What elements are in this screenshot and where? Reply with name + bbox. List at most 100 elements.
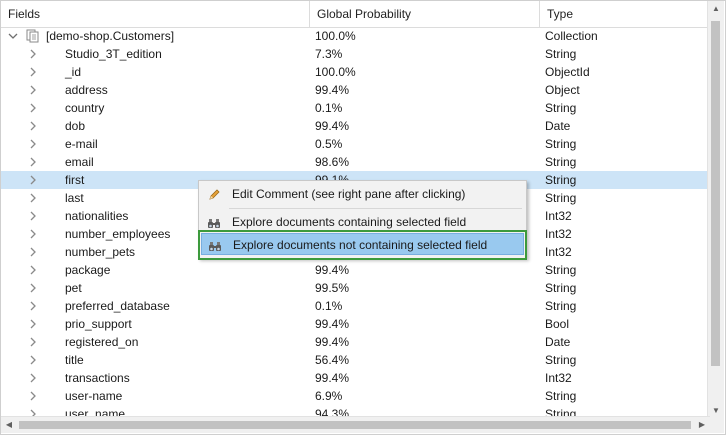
chevron-right-icon[interactable] [27,243,39,261]
menu-separator [229,208,522,209]
chevron-right-icon[interactable] [27,63,39,81]
column-header-type[interactable]: Type [540,1,711,27]
table-row[interactable]: registered_on 99.4% Date [1,333,711,351]
table-row[interactable]: title 56.4% String [1,351,711,369]
collection-type: Collection [545,29,598,43]
menu-item-label: Explore documents containing selected fi… [232,215,467,229]
chevron-right-icon[interactable] [27,153,39,171]
field-type: Date [545,335,571,349]
table-row[interactable]: user-name 6.9% String [1,387,711,405]
table-row[interactable]: Studio_3T_edition 7.3% String [1,45,711,63]
context-menu: Edit Comment (see right pane after click… [198,180,527,259]
chevron-right-icon[interactable] [27,225,39,243]
column-header-fields[interactable]: Fields [1,1,310,27]
table-row[interactable]: e-mail 0.5% String [1,135,711,153]
field-name: address [65,83,108,97]
field-probability: 99.4% [315,119,350,133]
field-name: email [65,155,94,169]
collection-name: [demo-shop.Customers] [46,29,175,43]
field-type: String [545,389,577,403]
chevron-right-icon[interactable] [27,189,39,207]
chevron-right-icon[interactable] [27,315,39,333]
scroll-up-arrow-icon[interactable]: ▲ [708,1,724,17]
field-probability: 0.1% [315,101,343,115]
field-type: String [545,263,577,277]
field-probability: 99.4% [315,317,350,331]
collection-probability: 100.0% [315,29,356,43]
field-type: String [545,155,577,169]
table-row[interactable]: prio_support 99.4% Bool [1,315,711,333]
horizontal-scroll-thumb[interactable] [19,421,691,429]
tree-root-row[interactable]: [demo-shop.Customers] 100.0% Collection [1,27,711,45]
menu-item-label: Explore documents not containing selecte… [233,238,488,252]
field-type: Int32 [545,227,572,241]
field-probability: 6.9% [315,389,343,403]
field-type: String [545,299,577,313]
chevron-right-icon[interactable] [27,171,39,189]
field-probability: 7.3% [315,47,343,61]
binoculars-icon [208,238,222,252]
chevron-right-icon[interactable] [27,387,39,405]
table-row[interactable]: address 99.4% Object [1,81,711,99]
chevron-right-icon[interactable] [27,297,39,315]
table-row[interactable]: email 98.6% String [1,153,711,171]
field-type: Int32 [545,245,572,259]
vertical-scroll-thumb[interactable] [711,21,720,366]
table-row[interactable]: _id 100.0% ObjectId [1,63,711,81]
chevron-right-icon[interactable] [27,99,39,117]
chevron-right-icon[interactable] [27,81,39,99]
chevron-right-icon[interactable] [27,351,39,369]
field-type: String [545,137,577,151]
field-probability: 99.4% [315,83,350,97]
field-name: pet [65,281,82,295]
menu-item-explore-not-containing[interactable]: Explore documents not containing selecte… [201,233,524,255]
field-probability: 0.1% [315,299,343,313]
field-probability: 99.4% [315,335,350,349]
field-name: title [65,353,84,367]
binoculars-icon [207,215,221,229]
menu-item-explore-containing[interactable]: Explore documents containing selected fi… [201,211,524,233]
chevron-down-icon[interactable] [7,27,19,45]
table-row[interactable]: pet 99.5% String [1,279,711,297]
field-type: String [545,47,577,61]
chevron-right-icon[interactable] [27,261,39,279]
table-row[interactable]: dob 99.4% Date [1,117,711,135]
chevron-right-icon[interactable] [27,333,39,351]
menu-item-edit-comment[interactable]: Edit Comment (see right pane after click… [201,183,524,205]
field-name: prio_support [65,317,132,331]
field-name: number_pets [65,245,136,259]
field-probability: 99.4% [315,263,350,277]
field-probability: 99.5% [315,281,350,295]
field-probability: 0.5% [315,137,343,151]
table-row[interactable]: preferred_database 0.1% String [1,297,711,315]
chevron-right-icon[interactable] [27,135,39,153]
field-name: Studio_3T_edition [65,47,162,61]
field-probability: 99.4% [315,371,350,385]
field-type: Date [545,119,571,133]
chevron-right-icon[interactable] [27,279,39,297]
table-row[interactable]: country 0.1% String [1,99,711,117]
scroll-left-arrow-icon[interactable]: ◀ [1,417,17,433]
field-name: transactions [65,371,130,385]
field-name: last [65,191,84,205]
field-name: preferred_database [65,299,170,313]
field-type: String [545,191,577,205]
field-type: String [545,353,577,367]
field-type: String [545,173,577,187]
table-row[interactable]: package 99.4% String [1,261,711,279]
field-name: _id [65,65,82,79]
field-type: String [545,101,577,115]
column-header-probability[interactable]: Global Probability [310,1,540,27]
field-probability: 100.0% [315,65,356,79]
chevron-right-icon[interactable] [27,117,39,135]
horizontal-scrollbar[interactable]: ◀ ▶ [1,416,710,433]
chevron-right-icon[interactable] [27,369,39,387]
vertical-scrollbar[interactable]: ▲ ▼ [707,1,724,419]
chevron-right-icon[interactable] [27,45,39,63]
table-row[interactable]: transactions 99.4% Int32 [1,369,711,387]
column-header: Fields Global Probability Type [1,1,711,28]
field-name: first [65,173,85,187]
pencil-icon [207,187,221,201]
chevron-right-icon[interactable] [27,207,39,225]
field-type: Int32 [545,371,572,385]
